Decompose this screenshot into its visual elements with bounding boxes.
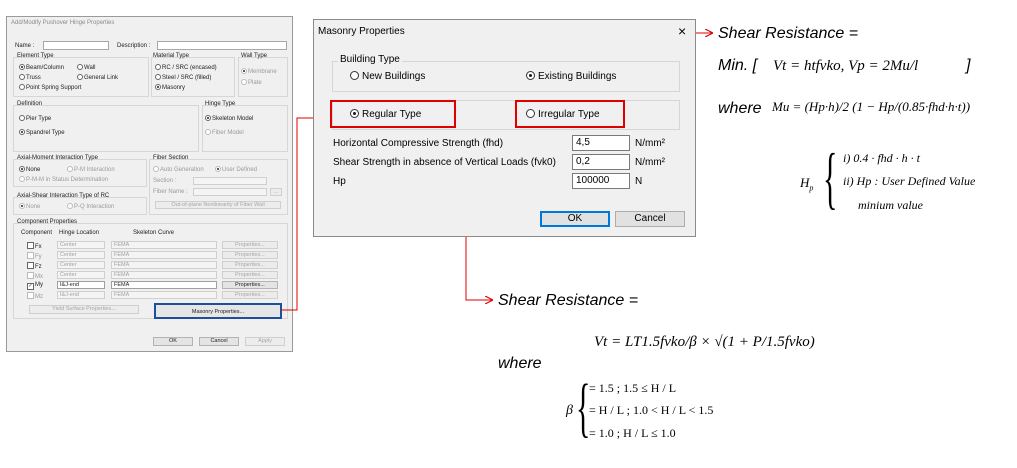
- brace-hp: {: [823, 141, 838, 218]
- radio-existing-buildings[interactable]: Existing Buildings: [526, 71, 616, 82]
- field-label-hp: Hp: [333, 176, 346, 187]
- fhd-input[interactable]: 4,5: [572, 135, 630, 151]
- unit-hp: N: [635, 176, 643, 187]
- field-label-fvk0: Shear Strength in absence of Vertical Lo…: [333, 157, 556, 168]
- shear-resistance-label-regular: Shear Resistance =: [718, 25, 859, 42]
- cancel-button[interactable]: Cancel: [615, 211, 685, 227]
- where-label-irregular: where: [498, 355, 542, 372]
- vt-irregular-formula: Vt = LT1.5fvko/β × √(1 + P/1.5fvko): [594, 334, 815, 350]
- radio-new-buildings[interactable]: New Buildings: [350, 71, 425, 82]
- radio-dot: [350, 71, 359, 80]
- close-icon[interactable]: ×: [678, 23, 686, 39]
- hp-symbol: Hp: [800, 175, 814, 193]
- radio-label: New Buildings: [362, 71, 426, 82]
- hp-case-2: ii) Hp : User Defined Value: [843, 174, 976, 188]
- unit-fhd: N/mm²: [635, 138, 665, 149]
- field-label-fhd: Horizontal Compressive Strength (fhd): [333, 138, 504, 149]
- radio-dot: [526, 71, 535, 80]
- hp-case-3: minium value: [858, 198, 923, 212]
- where-label-regular: where: [718, 100, 762, 117]
- mu-formula: Mu = (Hp·h)/2 (1 − Hp/(0.85·fhd·h·t)): [772, 99, 971, 114]
- radio-label: Regular Type: [362, 109, 422, 120]
- radio-dot: [350, 109, 359, 118]
- shear-resistance-label-irregular: Shear Resistance =: [498, 292, 639, 309]
- radio-label: Existing Buildings: [538, 71, 617, 82]
- beta-case-1: = 1.5 ; 1.5 ≤ H / L: [589, 381, 677, 395]
- masonry-properties-dialog: Masonry Properties × Building Type New B…: [313, 19, 696, 237]
- beta-symbol: β: [566, 403, 573, 418]
- min-prefix: Min. [: [718, 57, 758, 74]
- hp-case-1: i) 0.4 · fhd · h · t: [843, 151, 920, 165]
- radio-label: Irregular Type: [538, 109, 600, 120]
- hp-input[interactable]: 100000: [572, 173, 630, 189]
- building-type-title: Building Type: [338, 54, 402, 65]
- radio-dot: [526, 109, 535, 118]
- radio-regular-type[interactable]: Regular Type: [350, 109, 421, 120]
- fvk0-input[interactable]: 0,2: [572, 154, 630, 170]
- vt-vp-formula: Vt = htfvko, Vp = 2Mu/l: [773, 58, 919, 74]
- close-bracket: ]: [966, 57, 971, 74]
- beta-case-2: = H / L ; 1.0 < H / L < 1.5: [589, 403, 714, 417]
- ok-button[interactable]: OK: [540, 211, 610, 227]
- radio-irregular-type[interactable]: Irregular Type: [526, 109, 600, 120]
- dialog-title: Masonry Properties: [318, 26, 405, 37]
- unit-fvk0: N/mm²: [635, 157, 665, 168]
- beta-case-3: = 1.0 ; H / L ≤ 1.0: [589, 426, 676, 440]
